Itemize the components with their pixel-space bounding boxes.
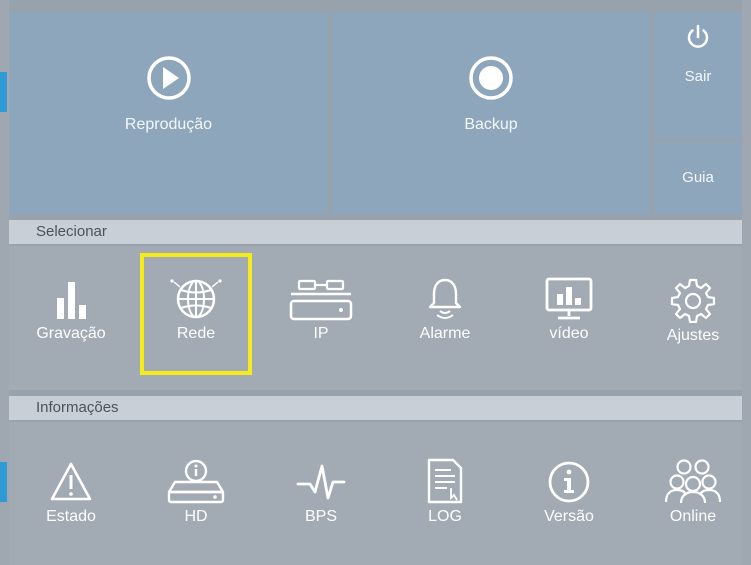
online-item[interactable]: Online [638,458,748,526]
ip-item[interactable]: IP [266,277,376,343]
status-label: Estado [46,508,96,525]
hd-item[interactable]: HD [141,458,251,526]
ip-label: IP [313,325,329,342]
selection-highlight [140,253,252,375]
bps-item[interactable]: BPS [266,460,376,526]
recording-label: Gravação [36,325,106,342]
backup-label: Backup [464,116,518,133]
log-item[interactable]: LOG [390,458,500,526]
version-label: Versão [544,508,594,525]
bar-chart-icon [57,282,86,319]
exit-label: Sair [684,68,712,85]
hard-disk-icon [167,459,225,504]
pulse-icon [296,464,346,500]
gear-icon [670,278,716,323]
ip-camera-device-icon [289,279,353,321]
record-icon [469,56,513,100]
left-edge-accent [0,462,7,502]
video-label: vídeo [549,325,589,342]
left-edge-accent [0,72,7,112]
version-item[interactable]: Versão [514,460,624,526]
power-icon [687,24,709,48]
users-icon [664,459,722,504]
guide-label: Guia [682,169,714,186]
settings-item[interactable]: Ajustes [638,277,748,345]
play-icon [146,56,191,100]
online-label: Online [669,508,717,525]
status-item[interactable]: Estado [16,460,126,526]
warning-triangle-icon [50,462,92,501]
alarm-label: Alarme [419,325,471,342]
monitor-icon [545,277,593,320]
video-item[interactable]: vídeo [514,277,624,343]
select-section-title: Selecionar [9,220,742,244]
bps-label: BPS [304,508,337,525]
info-section-title: Informações [9,396,742,420]
log-label: LOG [428,508,462,525]
log-document-icon [427,458,463,504]
exit-tile[interactable]: Sair [654,12,742,139]
alarm-item[interactable]: Alarme [390,277,500,343]
recording-item[interactable]: Gravação [16,277,126,343]
playback-tile[interactable]: Reprodução [9,12,328,214]
bell-icon [428,278,462,319]
hd-label: HD [184,508,208,525]
backup-tile[interactable]: Backup [332,12,650,214]
settings-label: Ajustes [666,327,720,344]
playback-label: Reprodução [124,116,213,133]
info-circle-icon [548,461,590,503]
guide-tile[interactable]: Guia [654,142,742,214]
